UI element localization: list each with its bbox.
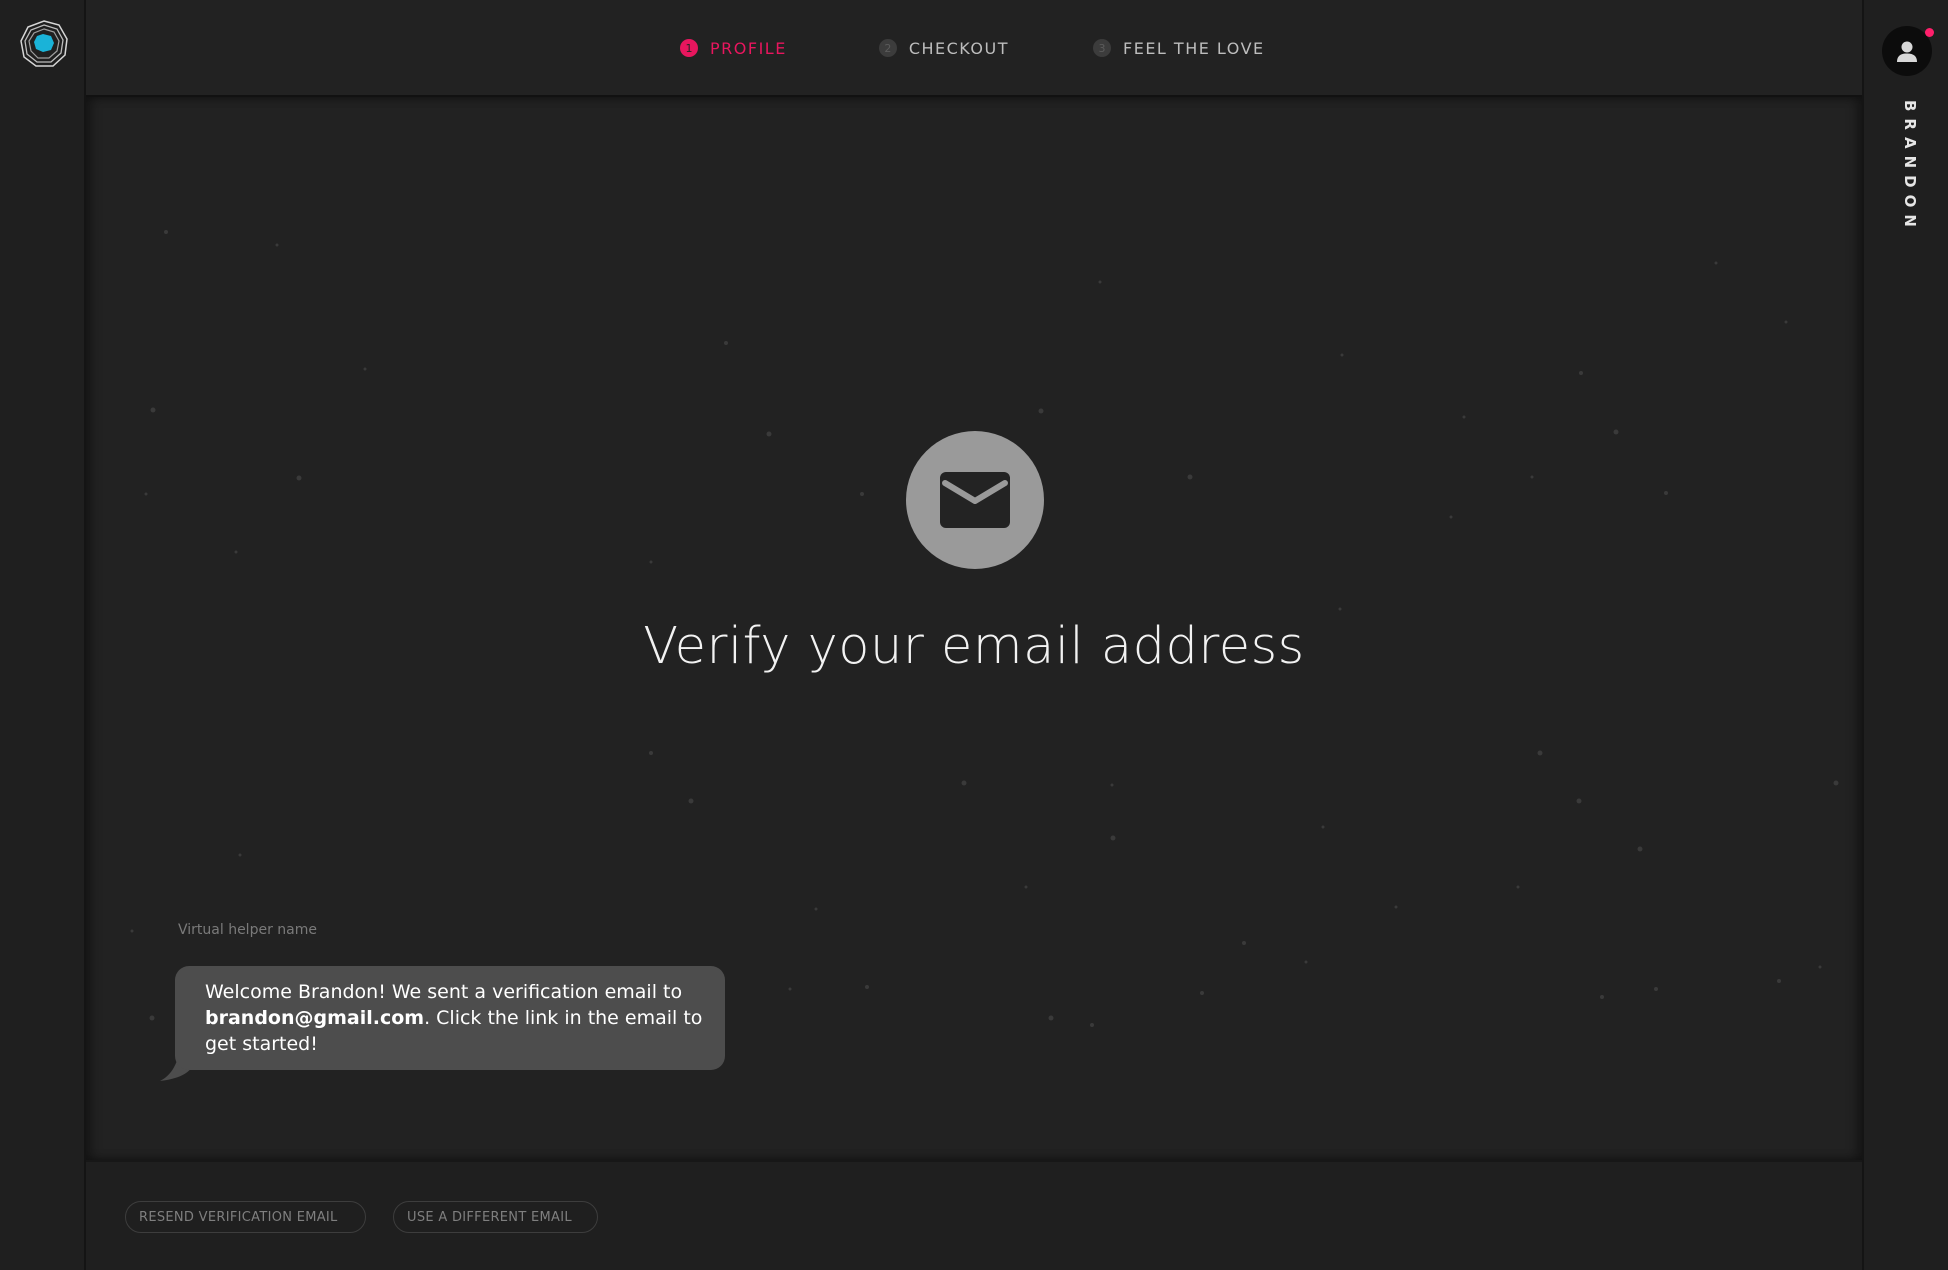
bottom-bar: RESEND VERIFICATION EMAIL USE A DIFFEREN… [86, 1160, 1862, 1270]
right-rail: BRANDON [1862, 0, 1948, 1270]
notification-dot [1925, 28, 1934, 37]
message-text: Welcome Brandon! We sent a verification … [205, 981, 683, 1003]
left-rail [0, 0, 86, 1270]
main-content: Verify your email address Virtual helper… [86, 97, 1862, 1160]
helper-message-bubble: Welcome Brandon! We sent a verification … [175, 966, 725, 1070]
envelope-icon-badge [906, 431, 1044, 569]
top-bar: 1 PROFILE 2 CHECKOUT 3 FEEL THE LOVE [86, 0, 1862, 97]
step-label: PROFILE [710, 38, 787, 58]
logo-icon[interactable] [19, 19, 69, 69]
user-name: BRANDON [1901, 100, 1919, 234]
step-feel-the-love[interactable]: 3 FEEL THE LOVE [1093, 39, 1265, 58]
step-number: 1 [680, 39, 698, 57]
step-number: 2 [878, 39, 897, 57]
user-icon [1897, 41, 1917, 62]
avatar[interactable] [1882, 26, 1934, 76]
progress-steps: 1 PROFILE 2 CHECKOUT 3 FEEL THE LOVE [680, 36, 1265, 60]
use-different-email-button[interactable]: USE A DIFFERENT EMAIL [393, 1201, 598, 1233]
message-email: brandon@gmail.com [205, 1007, 425, 1029]
step-label: CHECKOUT [908, 38, 1009, 58]
helper-name-label: Virtual helper name [178, 922, 317, 938]
step-profile[interactable]: 1 PROFILE [680, 39, 787, 58]
step-number: 3 [1093, 39, 1111, 57]
resend-verification-button[interactable]: RESEND VERIFICATION EMAIL [125, 1201, 366, 1233]
step-checkout[interactable]: 2 CHECKOUT [878, 38, 1009, 58]
envelope-icon [940, 472, 1010, 528]
step-label: FEEL THE LOVE [1123, 38, 1265, 58]
page-title: Verify your email address [643, 617, 1305, 676]
